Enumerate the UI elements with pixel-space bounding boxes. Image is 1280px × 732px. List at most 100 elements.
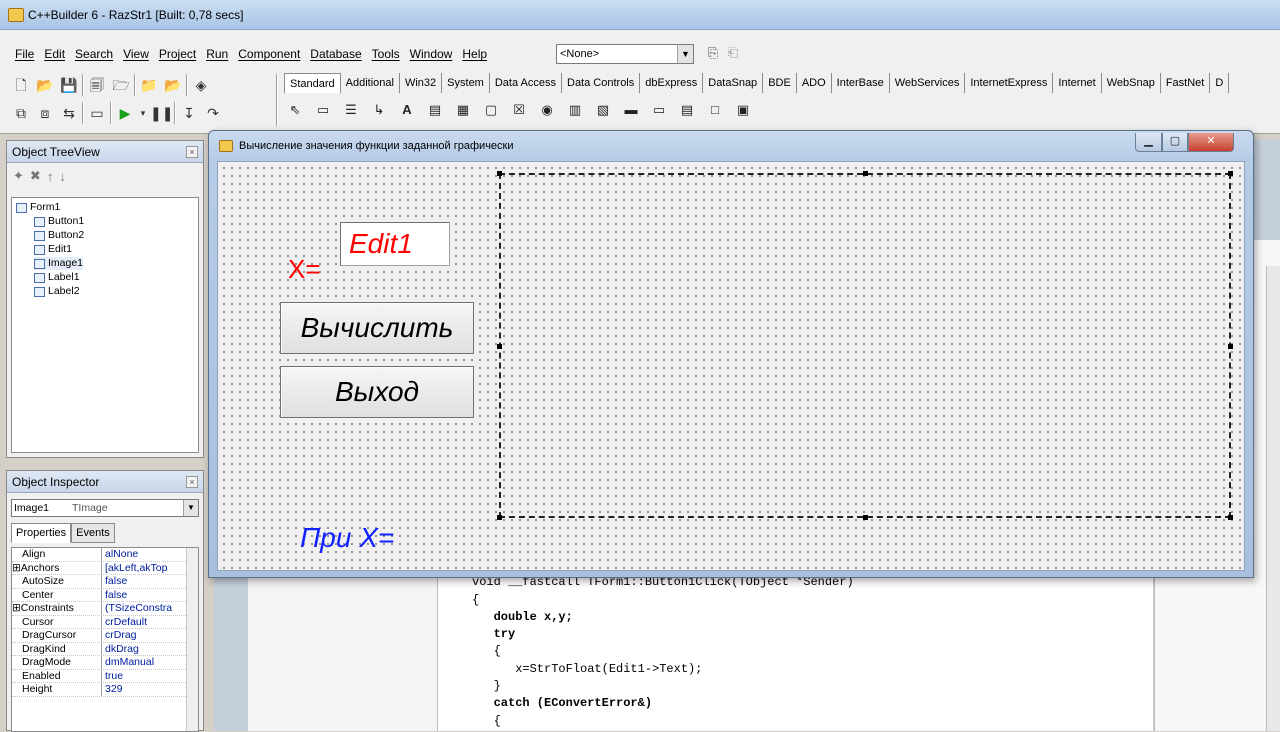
help-book-icon[interactable]: ◈ bbox=[190, 74, 212, 96]
palette-tab-ado[interactable]: ADO bbox=[797, 73, 832, 93]
image1-placeholder[interactable] bbox=[497, 171, 1233, 520]
close-button[interactable]: ✕ bbox=[1188, 133, 1234, 152]
property-value[interactable]: alNone bbox=[102, 548, 182, 561]
tree-node-edit1[interactable]: Edit1 bbox=[34, 243, 72, 256]
property-row[interactable]: Height 329 bbox=[12, 683, 198, 697]
property-value[interactable]: (TSizeConstra bbox=[102, 602, 182, 615]
palette-tab-standard[interactable]: Standard bbox=[284, 73, 341, 93]
maximize-button[interactable]: ▢ bbox=[1162, 133, 1188, 152]
menu-window[interactable]: Window bbox=[405, 44, 458, 64]
form-client-area[interactable]: X= Edit1 Вычислить Выход При X= bbox=[217, 161, 1245, 571]
menu-tools[interactable]: Tools bbox=[367, 44, 405, 64]
property-value[interactable]: crDrag bbox=[102, 629, 182, 642]
palette-tab-internetexpress[interactable]: InternetExpress bbox=[965, 73, 1054, 93]
edit-icon[interactable]: ▤ bbox=[424, 99, 446, 121]
property-value[interactable]: crDefault bbox=[102, 616, 182, 629]
menu-view[interactable]: View bbox=[118, 44, 154, 64]
selection-handle[interactable] bbox=[863, 515, 868, 520]
memo-icon[interactable]: ▦ bbox=[452, 99, 474, 121]
label-x[interactable]: X= bbox=[288, 254, 321, 285]
delete-item-icon[interactable]: ✖ bbox=[30, 168, 41, 184]
selection-handle[interactable] bbox=[1228, 344, 1233, 349]
property-value[interactable]: true bbox=[102, 670, 182, 683]
label-icon[interactable]: A bbox=[396, 99, 418, 121]
property-value[interactable]: false bbox=[102, 575, 182, 588]
new-icon[interactable]: 🗋 bbox=[10, 74, 32, 96]
tree-node-label2[interactable]: Label2 bbox=[34, 285, 80, 298]
code-editor[interactable]: void __fastcall TForm1::Button1Click(TOb… bbox=[438, 572, 1154, 731]
menu-edit[interactable]: Edit bbox=[39, 44, 70, 64]
save-desktop-icon[interactable]: ⎘ bbox=[704, 44, 722, 62]
step-over-icon[interactable]: ↷ bbox=[202, 102, 224, 124]
palette-tab-bde[interactable]: BDE bbox=[763, 73, 797, 93]
move-up-icon[interactable]: ↑ bbox=[47, 169, 54, 184]
menu-database[interactable]: Database bbox=[305, 44, 366, 64]
save-all-icon[interactable]: 🗐 bbox=[86, 74, 108, 96]
pause-icon[interactable]: ❚❚ bbox=[150, 102, 173, 124]
property-row[interactable]: DragCursor crDrag bbox=[12, 629, 198, 643]
save-icon[interactable]: 💾 bbox=[58, 74, 80, 96]
new-item-icon[interactable]: ✦ bbox=[13, 168, 24, 184]
palette-tab-internet[interactable]: Internet bbox=[1053, 73, 1102, 93]
property-grid-scrollbar[interactable] bbox=[186, 548, 198, 731]
calculate-button[interactable]: Вычислить bbox=[280, 302, 474, 354]
tree-node-button1[interactable]: Button1 bbox=[34, 215, 84, 228]
tab-events[interactable]: Events bbox=[71, 523, 115, 543]
property-row[interactable]: DragMode dmManual bbox=[12, 656, 198, 670]
open-icon[interactable]: 📂 bbox=[34, 74, 56, 96]
selection-handle[interactable] bbox=[497, 344, 502, 349]
pointer-icon[interactable]: ⇖ bbox=[284, 99, 306, 121]
scrollbar-icon[interactable]: ▬ bbox=[620, 99, 642, 121]
mainmenu-icon[interactable]: ☰ bbox=[340, 99, 362, 121]
palette-tab-websnap[interactable]: WebSnap bbox=[1102, 73, 1161, 93]
menu-run[interactable]: Run bbox=[201, 44, 233, 64]
frames-icon[interactable]: ▭ bbox=[312, 99, 334, 121]
palette-tab-additional[interactable]: Additional bbox=[341, 73, 400, 93]
property-value[interactable]: false bbox=[102, 589, 182, 602]
groupbox-icon[interactable]: ▭ bbox=[648, 99, 670, 121]
desktop-config-combo[interactable]: <None> ▼ bbox=[556, 44, 694, 64]
radiobutton-icon[interactable]: ◉ bbox=[536, 99, 558, 121]
property-row[interactable]: DragKind dkDrag bbox=[12, 642, 198, 656]
button-icon[interactable]: ▢ bbox=[480, 99, 502, 121]
property-value[interactable]: 329 bbox=[102, 683, 182, 696]
trace-into-icon[interactable]: ↧ bbox=[178, 102, 200, 124]
property-row[interactable]: ⊞Constraints (TSizeConstra bbox=[12, 602, 198, 616]
menu-component[interactable]: Component bbox=[233, 44, 305, 64]
menu-search[interactable]: Search bbox=[70, 44, 118, 64]
radiogroup-icon[interactable]: ▤ bbox=[676, 99, 698, 121]
checkbox-icon[interactable]: ☒ bbox=[508, 99, 530, 121]
set-debug-desktop-icon[interactable]: ⎗ bbox=[724, 44, 742, 62]
property-row[interactable]: Enabled true bbox=[12, 669, 198, 683]
close-icon[interactable]: × bbox=[186, 146, 198, 158]
label-result[interactable]: При X= bbox=[300, 522, 394, 554]
toggle-form-unit-icon[interactable]: ⇆ bbox=[58, 102, 80, 124]
palette-tab-win32[interactable]: Win32 bbox=[400, 73, 443, 93]
property-row[interactable]: Align alNone bbox=[12, 548, 198, 562]
tree-node-form1[interactable]: Form1 bbox=[16, 201, 60, 214]
editor-vertical-scrollbar[interactable] bbox=[1266, 266, 1280, 731]
tab-properties[interactable]: Properties bbox=[11, 523, 72, 543]
tree-node-button2[interactable]: Button2 bbox=[34, 229, 84, 242]
chevron-down-icon[interactable]: ▼ bbox=[677, 45, 693, 63]
property-value[interactable]: dmManual bbox=[102, 656, 182, 669]
minimize-button[interactable]: ▁ bbox=[1135, 133, 1162, 152]
move-down-icon[interactable]: ↓ bbox=[59, 169, 66, 184]
menu-file[interactable]: File bbox=[10, 44, 39, 64]
form-title-bar[interactable]: Вычисление значения функции заданной гра… bbox=[209, 131, 1253, 161]
tree-node-image1[interactable]: Image1 bbox=[34, 257, 84, 270]
selection-handle[interactable] bbox=[1228, 515, 1233, 520]
edit1-field[interactable]: Edit1 bbox=[340, 222, 450, 266]
chevron-down-icon[interactable]: ▼ bbox=[183, 500, 198, 516]
exit-button[interactable]: Выход bbox=[280, 366, 474, 418]
property-row[interactable]: Cursor crDefault bbox=[12, 615, 198, 629]
inspector-object-selector[interactable]: Image1 TImage ▼ bbox=[11, 499, 199, 517]
property-value[interactable]: [akLeft,akTop bbox=[102, 562, 182, 575]
property-row[interactable]: AutoSize false bbox=[12, 575, 198, 589]
listbox-icon[interactable]: ▥ bbox=[564, 99, 586, 121]
palette-tab-dbexpress[interactable]: dbExpress bbox=[640, 73, 704, 93]
close-icon[interactable]: × bbox=[186, 476, 198, 488]
combobox-icon[interactable]: ▧ bbox=[592, 99, 614, 121]
treeview-tree[interactable]: Form1 Button1 Button2 Edit1 Image1 Label… bbox=[11, 197, 199, 453]
selection-handle[interactable] bbox=[863, 171, 868, 176]
